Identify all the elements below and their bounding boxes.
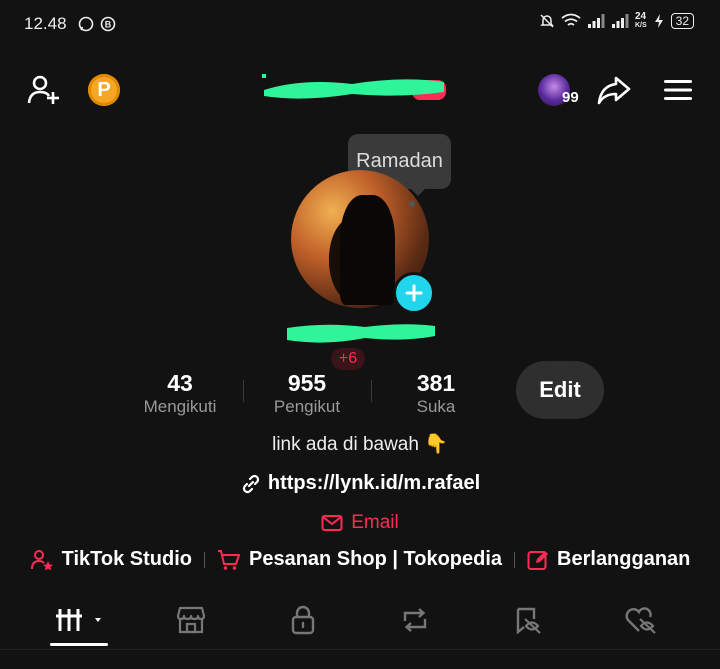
hidden-bookmark-icon — [516, 607, 541, 635]
edit-profile-button[interactable]: Edit — [516, 361, 604, 419]
studio-user-icon — [30, 549, 53, 570]
tools-row: TikTok Studio Pesanan Shop | Tokopedia B… — [0, 548, 720, 571]
stat-divider — [371, 380, 372, 402]
username-redacted — [262, 74, 446, 100]
shop-orders-label: Pesanan Shop | Tokopedia — [248, 548, 503, 570]
stat-likes-label: Suka — [416, 397, 456, 416]
tabs-bottom-border — [0, 649, 720, 650]
whatsapp-icon — [78, 16, 94, 32]
wifi-icon — [561, 13, 581, 26]
subscription-label: Berlangganan — [557, 548, 691, 570]
stat-following[interactable]: 43 Mengikuti — [130, 370, 230, 417]
tab-reposts[interactable] — [385, 600, 445, 640]
network-speed-unit: K/S — [634, 22, 647, 29]
lock-icon — [291, 605, 315, 635]
tooltip-text: Ramadan — [356, 150, 443, 172]
edit-label: Edit — [539, 377, 581, 402]
add-user-icon — [27, 75, 59, 104]
plus-icon — [405, 284, 423, 302]
shop-orders-button[interactable]: Pesanan Shop | Tokopedia — [217, 548, 502, 571]
signal-icon-2 — [611, 14, 629, 28]
subscription-button[interactable]: Berlangganan — [527, 548, 690, 571]
share-button[interactable] — [594, 70, 634, 110]
menu-button[interactable] — [658, 70, 698, 110]
hamburger-menu-icon — [664, 80, 692, 100]
avatar-figure — [340, 195, 395, 305]
email-label: Email — [351, 512, 399, 533]
bio-link[interactable]: https://lynk.id/m.rafael — [0, 472, 720, 495]
status-right: 24 K/S 32 — [539, 12, 694, 30]
whatsapp-business-icon: B — [100, 16, 116, 32]
stat-following-value: 43 — [167, 370, 193, 396]
tab-liked[interactable] — [611, 600, 671, 640]
edit-square-icon — [527, 550, 549, 570]
dropdown-caret-icon — [95, 618, 101, 622]
coins-button[interactable]: P — [84, 70, 124, 110]
storefront-icon — [176, 606, 206, 634]
link-text: https://lynk.id/m.rafael — [267, 472, 481, 494]
tab-videos[interactable] — [50, 600, 110, 640]
tiktok-studio-button[interactable]: TikTok Studio — [30, 548, 192, 571]
tooltip-dot — [409, 201, 415, 207]
new-badge: +6 — [331, 348, 365, 370]
stat-following-label: Mengikuti — [143, 397, 217, 416]
charging-icon — [654, 14, 663, 28]
network-speed: 24 K/S — [635, 12, 647, 30]
email-icon — [321, 515, 343, 531]
stat-followers-label: Pengikut — [273, 397, 341, 416]
mute-bell-icon — [540, 14, 554, 28]
active-tab-indicator — [50, 643, 108, 646]
svg-text:B: B — [105, 20, 112, 30]
network-speed-value: 24 — [634, 11, 647, 22]
stat-followers[interactable]: 955 Pengikut — [257, 370, 357, 417]
battery-level: 32 — [670, 13, 694, 29]
add-story-button[interactable] — [393, 272, 435, 314]
tab-shop[interactable] — [161, 600, 221, 640]
friends-count: 99 — [562, 89, 579, 106]
share-icon — [597, 76, 631, 105]
stat-likes[interactable]: 381 Suka — [386, 370, 486, 417]
link-icon — [242, 474, 259, 493]
tiktok-studio-label: TikTok Studio — [61, 548, 192, 570]
stat-divider — [243, 380, 244, 402]
stat-likes-value: 381 — [416, 370, 456, 396]
tool-separator — [514, 551, 516, 568]
grid-videos-icon — [56, 609, 101, 631]
stat-followers-value: 955 — [287, 370, 327, 396]
email-button[interactable]: Email — [0, 512, 720, 534]
status-time: 12.48 — [24, 14, 67, 33]
bio-text: link ada di bawah 👇 — [272, 434, 448, 455]
signal-icon-1 — [587, 14, 605, 28]
display-name-redacted — [287, 324, 435, 343]
hidden-heart-icon — [625, 607, 656, 634]
cart-icon — [217, 549, 240, 570]
tab-favorites[interactable] — [499, 600, 559, 640]
coin-icon: P — [88, 74, 120, 106]
add-friend-button[interactable] — [23, 70, 63, 110]
tool-separator — [203, 551, 205, 568]
repost-icon — [403, 608, 427, 632]
tab-private[interactable] — [273, 600, 333, 640]
